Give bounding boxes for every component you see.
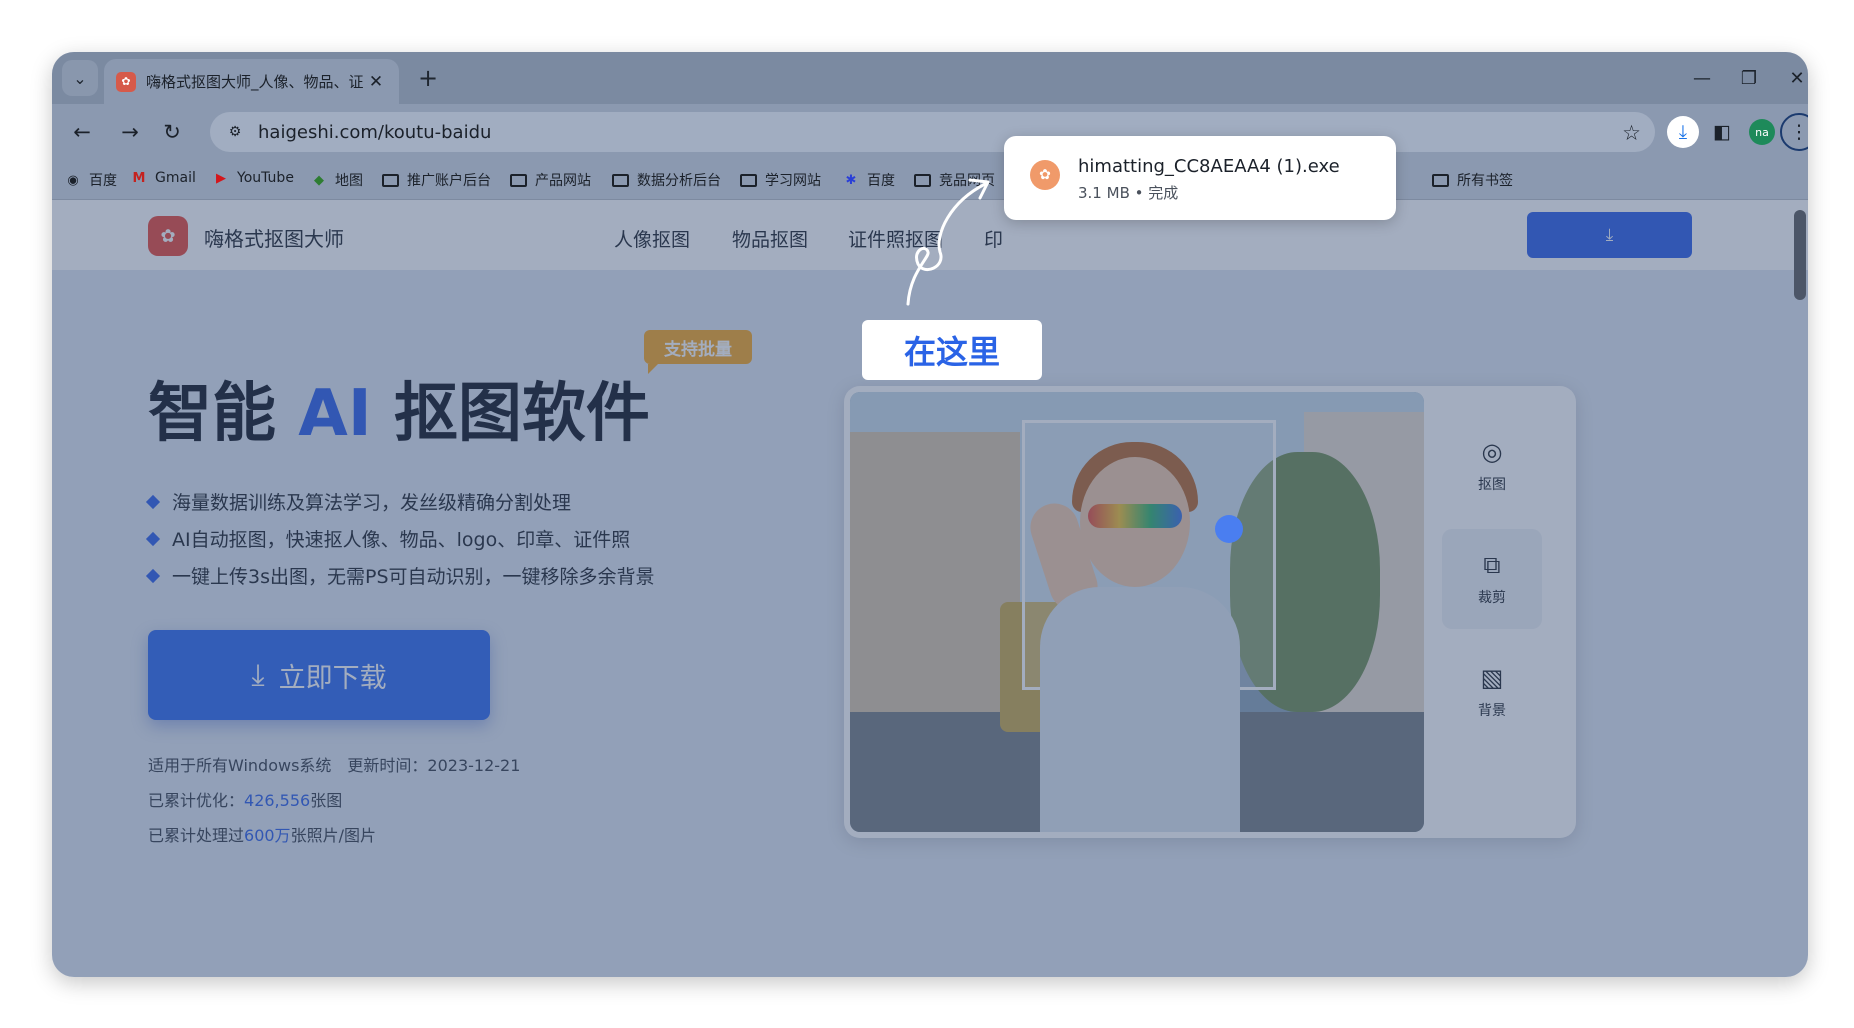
profile-avatar[interactable]: na [1749, 119, 1775, 145]
bookmark-folder-ads[interactable]: 推广账户后台 [382, 170, 491, 190]
folder-icon [510, 173, 527, 187]
background-icon: ▧ [1480, 664, 1504, 692]
download-now-button[interactable]: ⤓ 立即下载 [148, 630, 490, 720]
bookmark-gmail[interactable]: M Gmail [130, 170, 196, 186]
gmail-icon: M [132, 170, 146, 186]
folder-icon [1432, 173, 1449, 187]
site-brand[interactable]: 嗨格式抠图大师 [204, 223, 344, 252]
processed-count: 已累计处理过600万张照片/图片 [148, 826, 376, 845]
hint-arrow-icon [906, 178, 990, 306]
folder-icon [612, 173, 629, 187]
cursor-dot [1215, 515, 1243, 543]
tab-strip: ⌄ ✿ 嗨格式抠图大师_人像、物品、证 ✕ + — ❐ ✕ [52, 52, 1808, 104]
header-download-button[interactable]: ⤓ [1527, 212, 1692, 258]
demo-photo [850, 392, 1424, 832]
bookmark-all-bookmarks[interactable]: 所有书签 [1432, 170, 1513, 190]
bookmark-baidu-2[interactable]: ✱ 百度 [842, 170, 895, 190]
tab-favicon-icon: ✿ [116, 71, 136, 92]
here-hint-label: 在这里 [862, 320, 1042, 380]
tab-close-icon[interactable]: ✕ [365, 71, 387, 93]
youtube-icon: ▶ [216, 170, 226, 186]
bullet-diamond-icon [145, 568, 161, 583]
tool-background[interactable]: ▧ 背景 [1442, 642, 1542, 742]
nav-object-cutout[interactable]: 物品抠图 [732, 225, 808, 252]
bookmark-folder-study[interactable]: 学习网站 [740, 170, 821, 190]
folder-icon [382, 173, 399, 187]
back-arrow-icon[interactable]: ← [66, 116, 98, 148]
tool-cutout[interactable]: ◎ 抠图 [1442, 416, 1542, 516]
system-update-info: 适用于所有Windows系统 更新时间：2023-12-21 [148, 756, 521, 775]
baidu-paw-icon: ✱ [845, 172, 857, 188]
bookmark-baidu[interactable]: ◉ 百度 [64, 170, 117, 190]
optimized-count: 已累计优化：426,556张图 [148, 791, 343, 810]
browser-toolbar: ← → ↻ ⚙ haigeshi.com/koutu-baidu ☆ ⤓ ◧ n… [52, 104, 1808, 160]
tab-search-chevron-icon[interactable]: ⌄ [62, 60, 98, 96]
feature-item: AI自动抠图，快速抠人像、物品、logo、印章、证件照 [145, 525, 630, 552]
reload-icon[interactable]: ↻ [156, 116, 188, 148]
page-scrollbar[interactable] [1794, 210, 1806, 300]
bookmark-folder-analytics[interactable]: 数据分析后台 [612, 170, 721, 190]
cutout-icon: ◎ [1481, 438, 1503, 466]
tool-crop[interactable]: ⧉ 裁剪 [1442, 529, 1542, 629]
download-arrow-icon: ⤓ [251, 657, 265, 693]
side-panel-icon[interactable]: ◧ [1706, 116, 1738, 148]
forward-arrow-icon[interactable]: → [114, 116, 146, 148]
bookmark-star-icon[interactable]: ☆ [1622, 121, 1641, 145]
address-bar[interactable]: ⚙ haigeshi.com/koutu-baidu ☆ [210, 112, 1655, 152]
bookmark-maps[interactable]: ◆ 地图 [310, 170, 363, 190]
demo-card: ◎ 抠图 ⧉ 裁剪 ▧ 背景 [844, 386, 1576, 838]
installer-file-icon: ✿ [1030, 160, 1060, 190]
more-menu-icon[interactable]: ⋮ [1780, 113, 1808, 151]
close-window-icon[interactable]: ✕ [1777, 62, 1808, 94]
tab-title: 嗨格式抠图大师_人像、物品、证 [146, 73, 364, 91]
site-settings-icon[interactable]: ⚙ [224, 121, 246, 143]
crop-icon: ⧉ [1483, 551, 1501, 579]
nav-portrait-cutout[interactable]: 人像抠图 [614, 225, 690, 252]
folder-icon [740, 173, 757, 187]
hero-title: 智能 AI 抠图软件 [148, 377, 650, 451]
new-tab-plus-icon[interactable]: + [412, 62, 444, 94]
bullet-diamond-icon [145, 494, 161, 509]
bookmark-folder-product[interactable]: 产品网站 [510, 170, 591, 190]
web-page: ✿ 嗨格式抠图大师 人像抠图 物品抠图 证件照抠图 印 ⤓ 支持批量 智能 AI… [52, 200, 1808, 977]
feature-item: 海量数据训练及算法学习，发丝级精确分割处理 [145, 488, 571, 515]
feature-item: 一键上传3s出图，无需PS可自动识别，一键移除多余背景 [145, 562, 655, 589]
download-status: 3.1 MB • 完成 [1078, 184, 1179, 202]
site-logo[interactable]: ✿ [148, 216, 188, 256]
minimize-icon[interactable]: — [1682, 62, 1722, 94]
batch-badge: 支持批量 [644, 330, 752, 374]
address-url: haigeshi.com/koutu-baidu [258, 121, 492, 143]
download-popup[interactable]: ✿ himatting_CC8AEAA4 (1).exe 3.1 MB • 完成 [1004, 136, 1396, 220]
download-filename[interactable]: himatting_CC8AEAA4 (1).exe [1078, 156, 1340, 177]
bullet-diamond-icon [145, 531, 161, 546]
active-tab[interactable]: ✿ 嗨格式抠图大师_人像、物品、证 ✕ [104, 59, 399, 104]
restore-icon[interactable]: ❐ [1729, 62, 1769, 94]
maps-icon: ◆ [314, 172, 324, 188]
bookmark-youtube[interactable]: ▶ YouTube [212, 170, 294, 186]
download-icon[interactable]: ⤓ [1667, 116, 1699, 148]
tool-sidebar: ◎ 抠图 ⧉ 裁剪 ▧ 背景 [1424, 386, 1576, 838]
globe-icon: ◉ [67, 172, 79, 188]
